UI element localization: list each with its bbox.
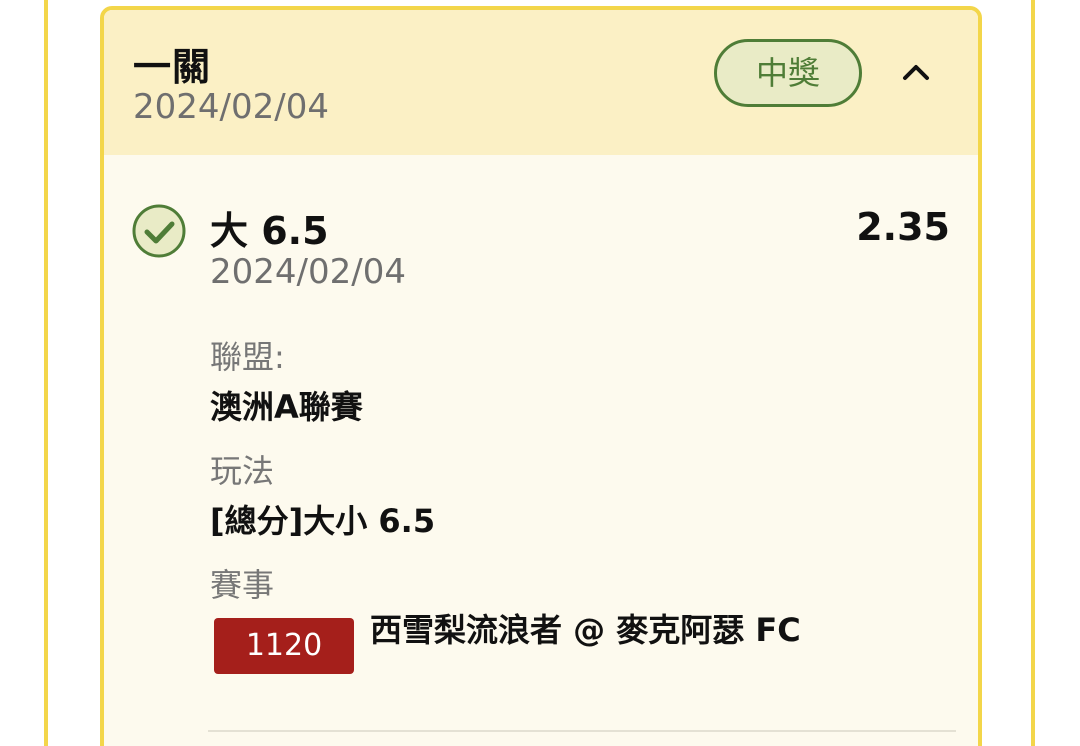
match-name: 西雪梨流浪者 @ 麥克阿瑟 FC: [370, 611, 801, 649]
status-badge: 中獎: [714, 39, 862, 107]
selection-name: 大 6.5: [210, 209, 329, 253]
outer-frame-right: [1031, 0, 1035, 746]
check-circle-icon: [131, 203, 187, 259]
selection-odds: 2.35: [856, 205, 950, 249]
bet-card-header[interactable]: 一關 2024/02/04 中獎: [104, 10, 978, 155]
bet-card: 一關 2024/02/04 中獎 大 6.5 2024/02/04 2.35 聯…: [100, 6, 982, 746]
bet-date: 2024/02/04: [133, 87, 329, 127]
match-number-badge: 1120: [214, 618, 354, 674]
market-value: [總分]大小 6.5: [210, 502, 436, 540]
market-label: 玩法: [210, 452, 275, 490]
league-label: 聯盟:: [210, 338, 285, 376]
divider: [208, 730, 956, 732]
page: 一關 2024/02/04 中獎 大 6.5 2024/02/04 2.35 聯…: [0, 0, 1080, 746]
outer-frame-left: [44, 0, 48, 746]
selection-date: 2024/02/04: [210, 252, 406, 292]
collapse-button[interactable]: [896, 52, 936, 92]
league-value: 澳洲A聯賽: [210, 388, 363, 426]
chevron-up-icon: [903, 65, 929, 80]
bet-type-title: 一關: [133, 45, 212, 89]
event-label: 賽事: [210, 566, 275, 604]
